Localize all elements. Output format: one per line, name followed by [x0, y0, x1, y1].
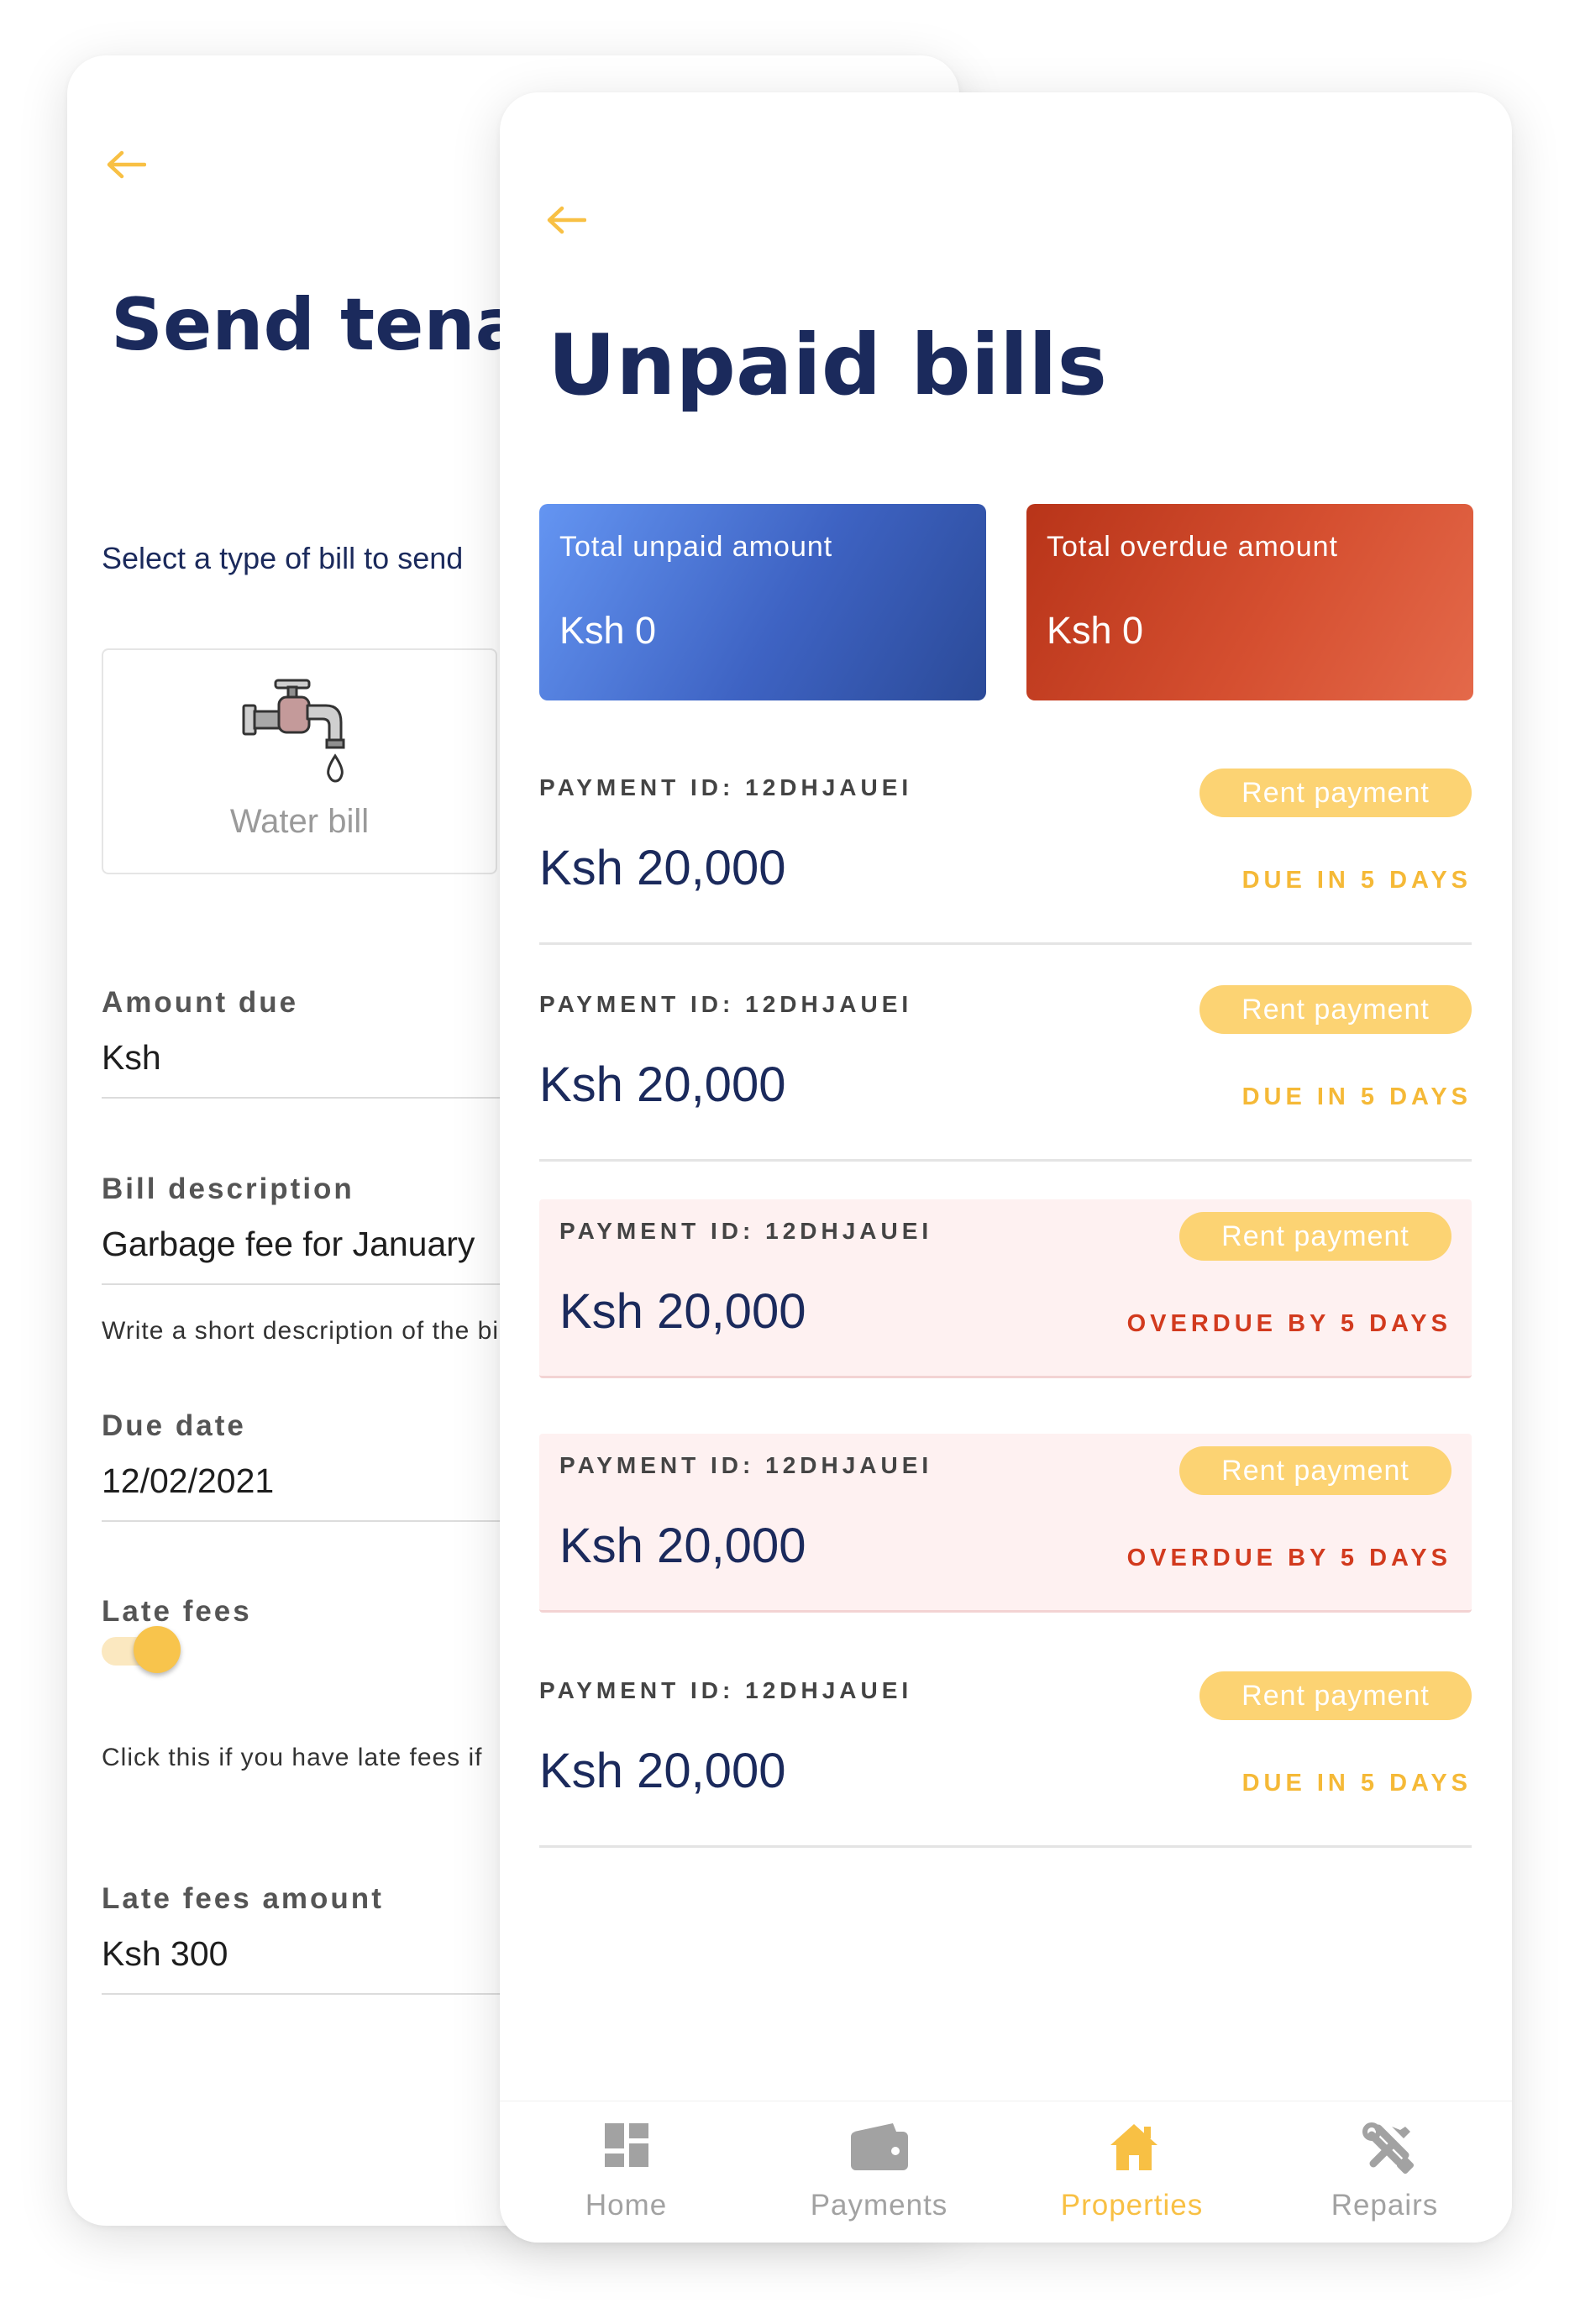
bill-type-prompt: Select a type of bill to send [102, 541, 464, 575]
page-title: Unpaid bills [548, 316, 1108, 414]
nav-repairs[interactable]: Repairs [1258, 2101, 1511, 2243]
bottom-navigation: Home Payments Properties Repairs [500, 2101, 1512, 2243]
bill-type-badge: Rent payment [1199, 769, 1472, 817]
bill-amount: Ksh 20,000 [539, 1744, 786, 1798]
water-tap-icon [242, 679, 345, 783]
bill-item-overdue[interactable]: PAYMENT ID: 12DHJAUEI Rent payment Ksh 2… [539, 1199, 1472, 1378]
tools-icon [1362, 2122, 1415, 2174]
total-unpaid-label: Total unpaid amount [559, 531, 833, 563]
nav-repairs-label: Repairs [1331, 2189, 1439, 2222]
bill-type-badge: Rent payment [1179, 1446, 1451, 1495]
house-icon [1110, 2124, 1157, 2170]
late-fees-amount-label: Late fees amount [102, 1882, 384, 1915]
payment-id: PAYMENT ID: 12DHJAUEI [539, 774, 913, 800]
nav-home[interactable]: Home [500, 2101, 753, 2243]
payment-id: PAYMENT ID: 12DHJAUEI [559, 1452, 933, 1478]
bill-item[interactable]: PAYMENT ID: 12DHJAUEI Rent payment Ksh 2… [539, 756, 1472, 945]
bill-item[interactable]: PAYMENT ID: 12DHJAUEI Rent payment Ksh 2… [539, 1659, 1472, 1848]
amount-due-input[interactable]: Ksh [102, 1038, 161, 1078]
nav-payments[interactable]: Payments [753, 2101, 1005, 2243]
dashboard-grid-icon [605, 2123, 648, 2167]
payment-id: PAYMENT ID: 12DHJAUEI [539, 1677, 913, 1703]
water-bill-option[interactable]: Water bill [102, 648, 497, 874]
bill-item[interactable]: PAYMENT ID: 12DHJAUEI Rent payment Ksh 2… [539, 973, 1472, 1162]
bill-description-input[interactable]: Garbage fee for January [102, 1225, 475, 1264]
overdue-status: OVERDUE BY 5 DAYS [1126, 1545, 1451, 1571]
payment-id: PAYMENT ID: 12DHJAUEI [539, 991, 913, 1017]
due-status: DUE IN 5 DAYS [1241, 1770, 1472, 1797]
bill-description-underline [102, 1283, 538, 1285]
nav-properties[interactable]: Properties [1005, 2101, 1258, 2243]
total-unpaid-value: Ksh 0 [559, 609, 657, 652]
due-date-underline [102, 1520, 538, 1522]
late-fees-toggle[interactable] [102, 1622, 186, 1673]
late-fees-helper: Click this if you have late fees if [102, 1744, 483, 1771]
wallet-icon [851, 2123, 908, 2170]
water-bill-label: Water bill [229, 803, 370, 840]
nav-payments-label: Payments [810, 2189, 948, 2222]
payment-id: PAYMENT ID: 12DHJAUEI [559, 1218, 933, 1244]
due-date-input[interactable]: 12/02/2021 [102, 1461, 274, 1501]
total-overdue-card: Total overdue amount Ksh 0 [1026, 504, 1473, 700]
amount-due-underline [102, 1097, 538, 1099]
due-date-label: Due date [102, 1409, 246, 1442]
back-arrow-icon[interactable] [106, 150, 146, 179]
bill-amount: Ksh 20,000 [539, 841, 786, 895]
back-arrow-icon[interactable] [546, 206, 586, 234]
bill-amount: Ksh 20,000 [559, 1284, 806, 1339]
bill-description-label: Bill description [102, 1172, 354, 1205]
unpaid-bills-screen: Unpaid bills Total unpaid amount Ksh 0 T… [500, 92, 1512, 2243]
due-status: DUE IN 5 DAYS [1241, 867, 1472, 894]
bill-amount: Ksh 20,000 [559, 1519, 806, 1573]
toggle-thumb [134, 1626, 181, 1673]
overdue-status: OVERDUE BY 5 DAYS [1126, 1310, 1451, 1337]
total-overdue-value: Ksh 0 [1047, 609, 1144, 652]
late-fees-amount-input[interactable]: Ksh 300 [102, 1934, 228, 1974]
due-status: DUE IN 5 DAYS [1241, 1083, 1472, 1110]
bill-amount: Ksh 20,000 [539, 1057, 786, 1112]
total-overdue-label: Total overdue amount [1047, 531, 1338, 563]
bill-description-helper: Write a short description of the bill [102, 1317, 512, 1345]
amount-due-label: Amount due [102, 986, 299, 1019]
late-fees-amount-underline [102, 1993, 538, 1995]
nav-home-label: Home [585, 2189, 668, 2222]
bill-type-badge: Rent payment [1199, 1671, 1472, 1720]
bill-item-overdue[interactable]: PAYMENT ID: 12DHJAUEI Rent payment Ksh 2… [539, 1434, 1472, 1613]
nav-properties-label: Properties [1060, 2189, 1204, 2222]
total-unpaid-card: Total unpaid amount Ksh 0 [539, 504, 986, 700]
bill-type-badge: Rent payment [1199, 985, 1472, 1034]
bill-type-badge: Rent payment [1179, 1212, 1451, 1261]
